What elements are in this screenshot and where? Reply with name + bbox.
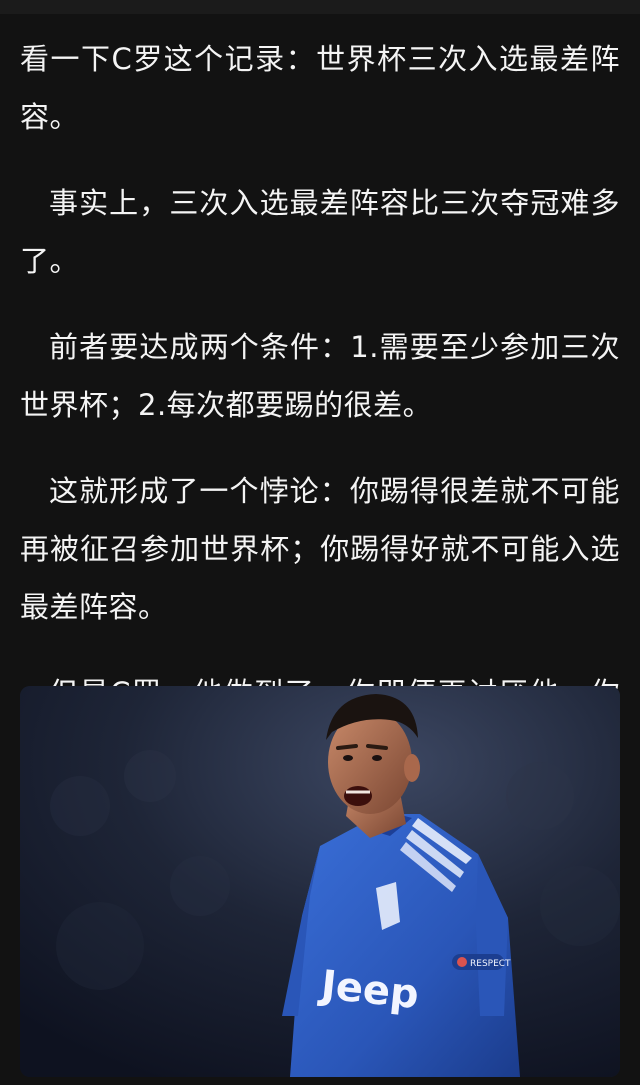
paragraph-1: 看一下C罗这个记录：世界杯三次入选最差阵容。 (20, 42, 620, 134)
paragraph-3: 前者要达成两个条件：1.需要至少参加三次世界杯；2.每次都要踢的很差。 (20, 330, 620, 422)
player-illustration: Jeep RESPECT (20, 686, 620, 1077)
article-photo[interactable]: Jeep RESPECT (20, 686, 620, 1077)
sleeve-patch-label: RESPECT (470, 959, 511, 969)
bottom-edge (0, 1077, 640, 1085)
paragraph-2: 事实上，三次入选最差阵容比三次夺冠难多了。 (20, 186, 620, 278)
top-edge (0, 0, 640, 14)
paragraph-4: 这就形成了一个悖论：你踢得很差就不可能再被征召参加世界杯；你踢得好就不可能入选最… (20, 474, 620, 624)
